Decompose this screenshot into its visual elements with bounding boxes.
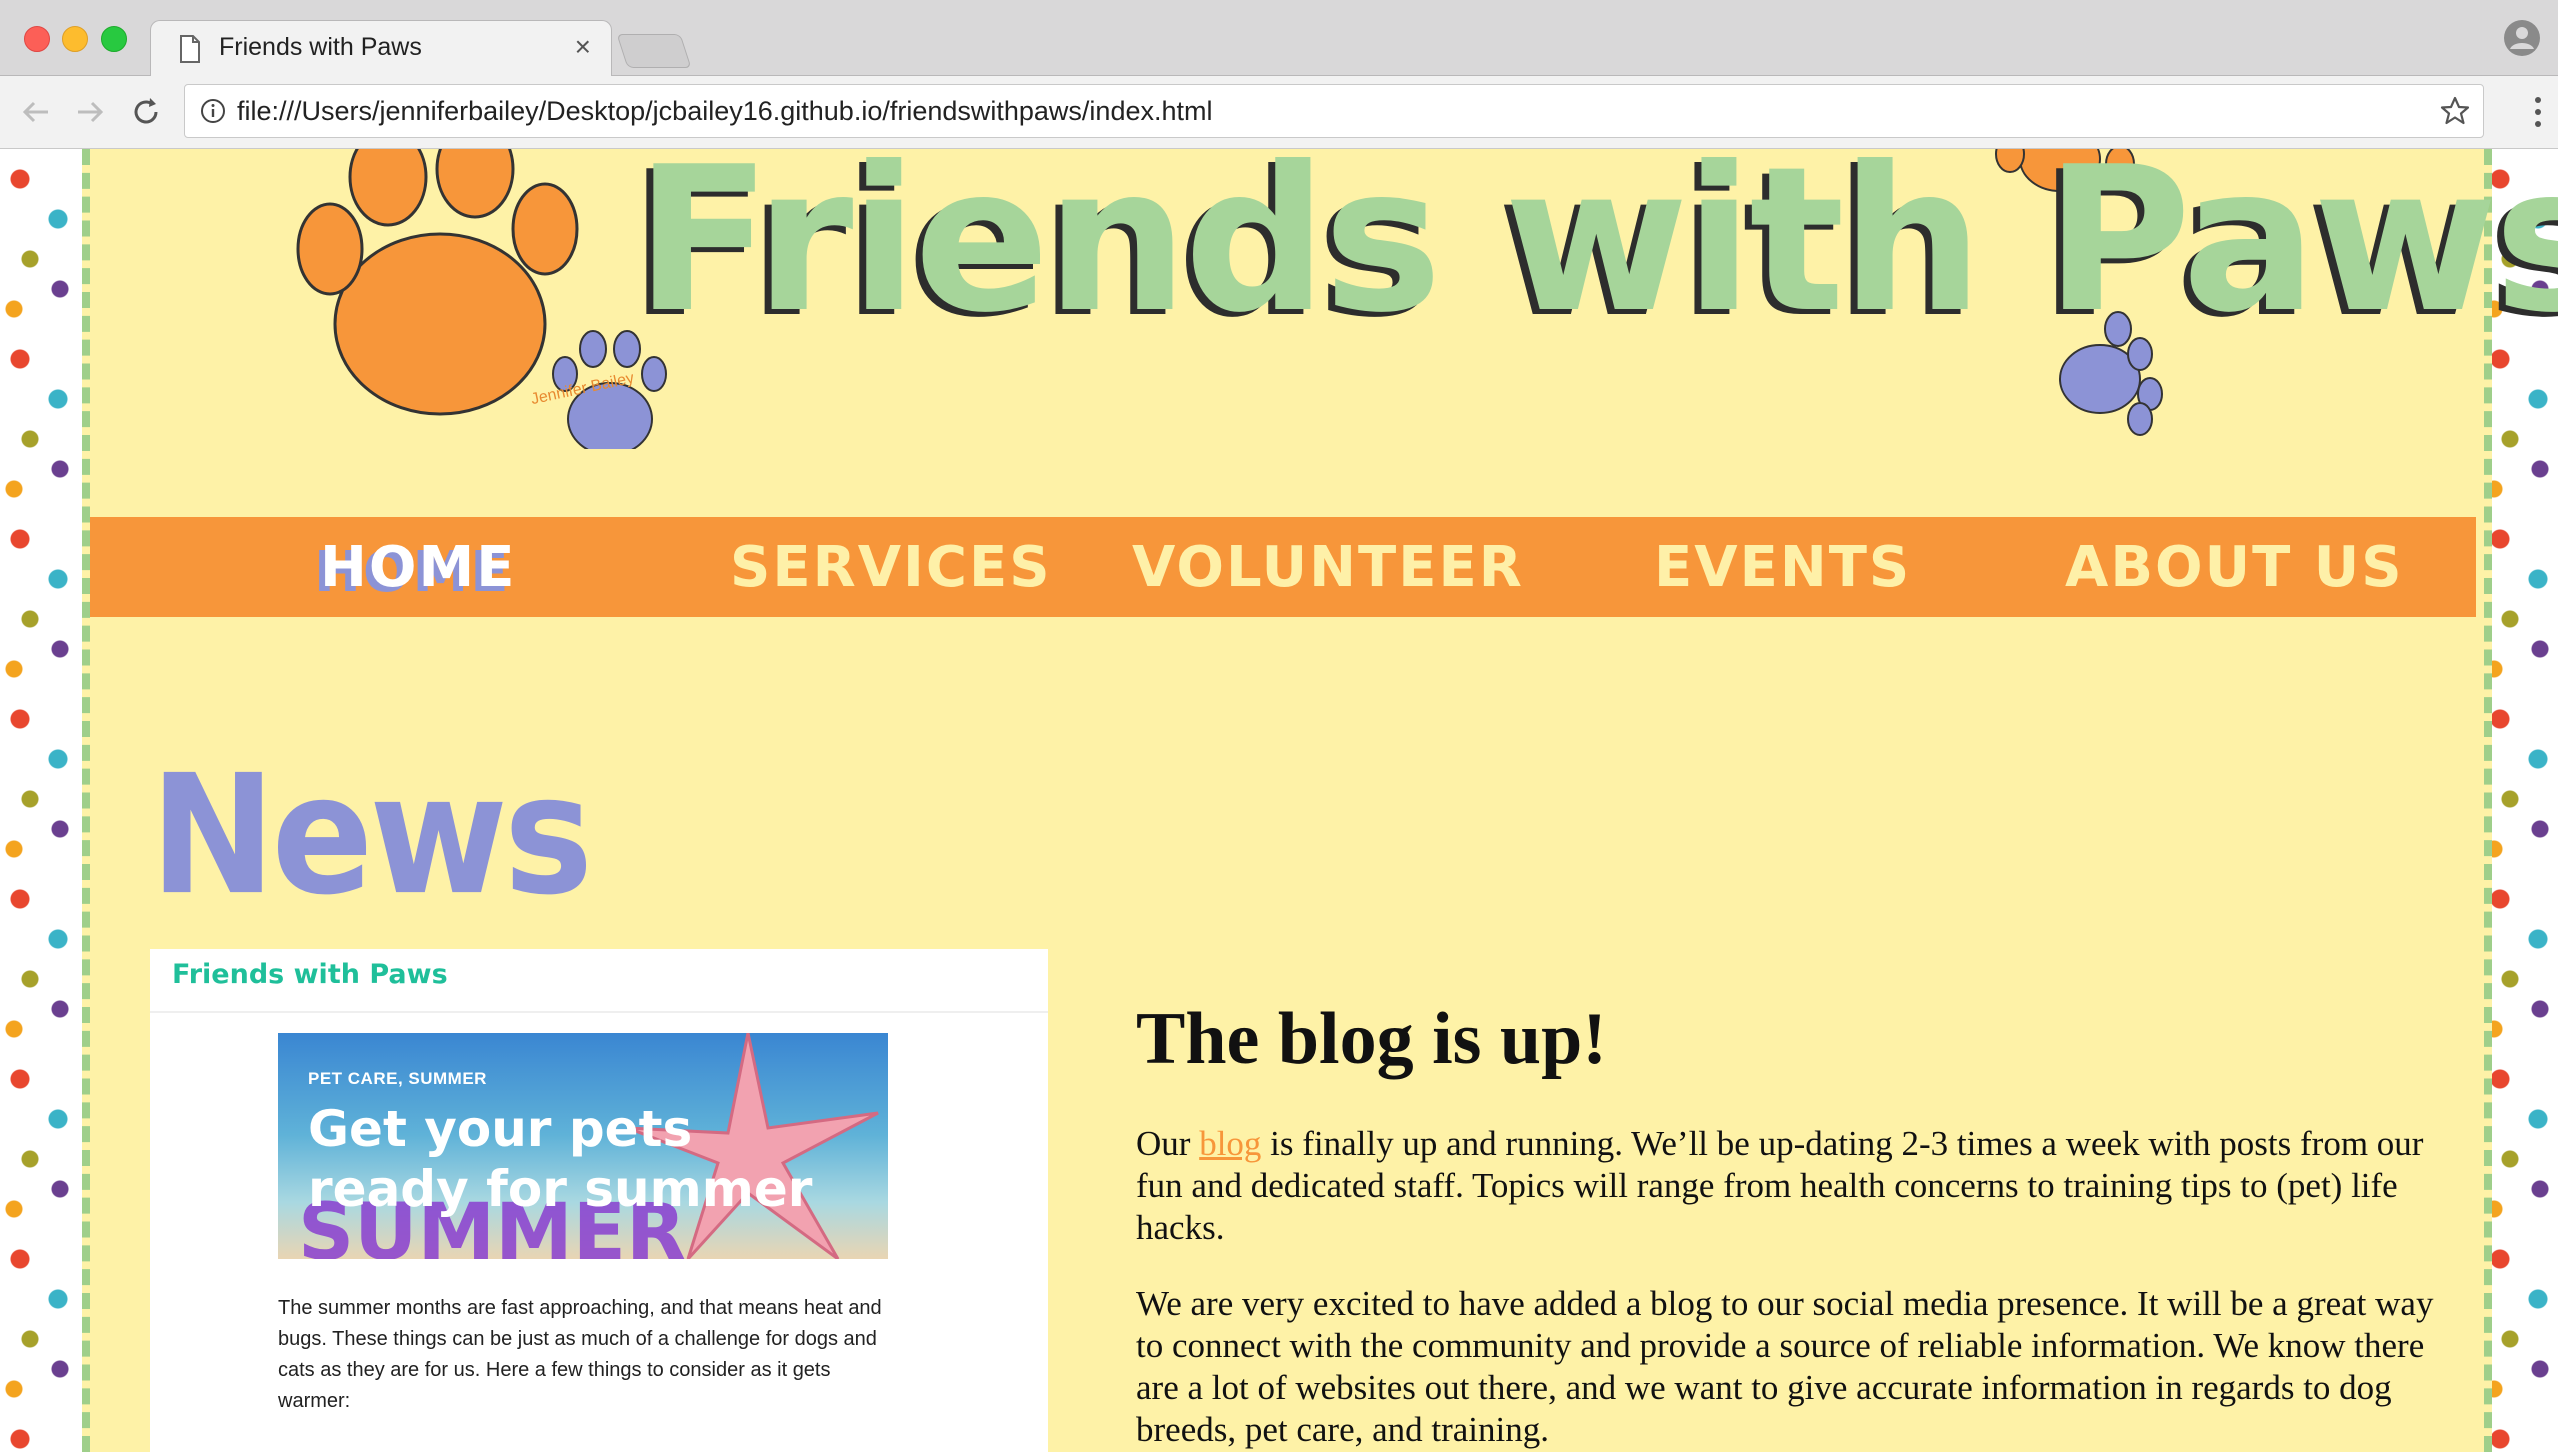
page-background: Jennifer Bailey Friends with Paws HOME S…: [0, 149, 2558, 1452]
browser-tab-bar: Friends with Paws ×: [0, 0, 2558, 77]
article-text: Our: [1136, 1124, 1200, 1163]
bookmark-star-icon[interactable]: [2439, 95, 2471, 127]
post-title[interactable]: Get your pets ready for summer: [308, 1099, 868, 1219]
site-title: Friends with Paws: [635, 149, 2558, 357]
maximize-window-button[interactable]: [101, 26, 127, 52]
blog-embed-card[interactable]: Friends with Paws SUMMER PET CARE, SUMME…: [150, 949, 1048, 1452]
blog-link[interactable]: blog: [1199, 1124, 1261, 1163]
minimize-window-button[interactable]: [62, 26, 88, 52]
blog-post-image[interactable]: SUMMER PET CARE, SUMMER Get your pets re…: [278, 1033, 888, 1259]
nav-about-us-link[interactable]: ABOUT US: [2065, 535, 2404, 600]
article-paragraph-2: We are very excited to have added a blog…: [1136, 1284, 2434, 1449]
tab-close-icon[interactable]: ×: [575, 31, 591, 63]
card-header: Friends with Paws: [150, 949, 1048, 1013]
nav-home-link[interactable]: HOME: [320, 535, 516, 600]
article-title: The blog is up!: [1136, 998, 1607, 1080]
forward-arrow-icon[interactable]: [70, 92, 110, 132]
card-brand-link[interactable]: Friends with Paws: [172, 959, 448, 990]
article-text: is finally up and running. We’ll be up-d…: [1136, 1124, 2424, 1247]
url-text[interactable]: file:///Users/jenniferbailey/Desktop/jcb…: [237, 96, 1212, 127]
reload-icon[interactable]: [126, 92, 166, 132]
article-paragraph-1: Our blog is finally up and running. We’l…: [1136, 1123, 2466, 1249]
browser-toolbar: file:///Users/jenniferbailey/Desktop/jcb…: [0, 76, 2558, 149]
menu-kebab-icon[interactable]: [2532, 94, 2544, 130]
page-content: Jennifer Bailey Friends with Paws HOME S…: [82, 149, 2558, 1452]
nav-services-link[interactable]: SERVICES: [730, 535, 1052, 600]
nav-events-link[interactable]: EVENTS: [1654, 535, 1911, 600]
back-arrow-icon[interactable]: [16, 92, 56, 132]
main-navigation: HOME SERVICES VOLUNTEER EVENTS ABOUT US: [90, 517, 2476, 617]
post-excerpt: The summer months are fast approaching, …: [278, 1297, 882, 1412]
document-icon: [180, 35, 200, 63]
nav-volunteer-link[interactable]: VOLUNTEER: [1132, 535, 1524, 600]
new-tab-button[interactable]: [616, 34, 692, 68]
browser-tab[interactable]: Friends with Paws ×: [150, 20, 612, 77]
profile-icon[interactable]: [2502, 18, 2542, 58]
info-icon[interactable]: [199, 97, 227, 125]
close-window-button[interactable]: [24, 26, 50, 52]
tab-title: Friends with Paws: [219, 33, 422, 61]
news-heading: News: [150, 740, 593, 932]
address-bar[interactable]: file:///Users/jenniferbailey/Desktop/jcb…: [184, 84, 2484, 138]
post-category: PET CARE, SUMMER: [308, 1069, 487, 1088]
